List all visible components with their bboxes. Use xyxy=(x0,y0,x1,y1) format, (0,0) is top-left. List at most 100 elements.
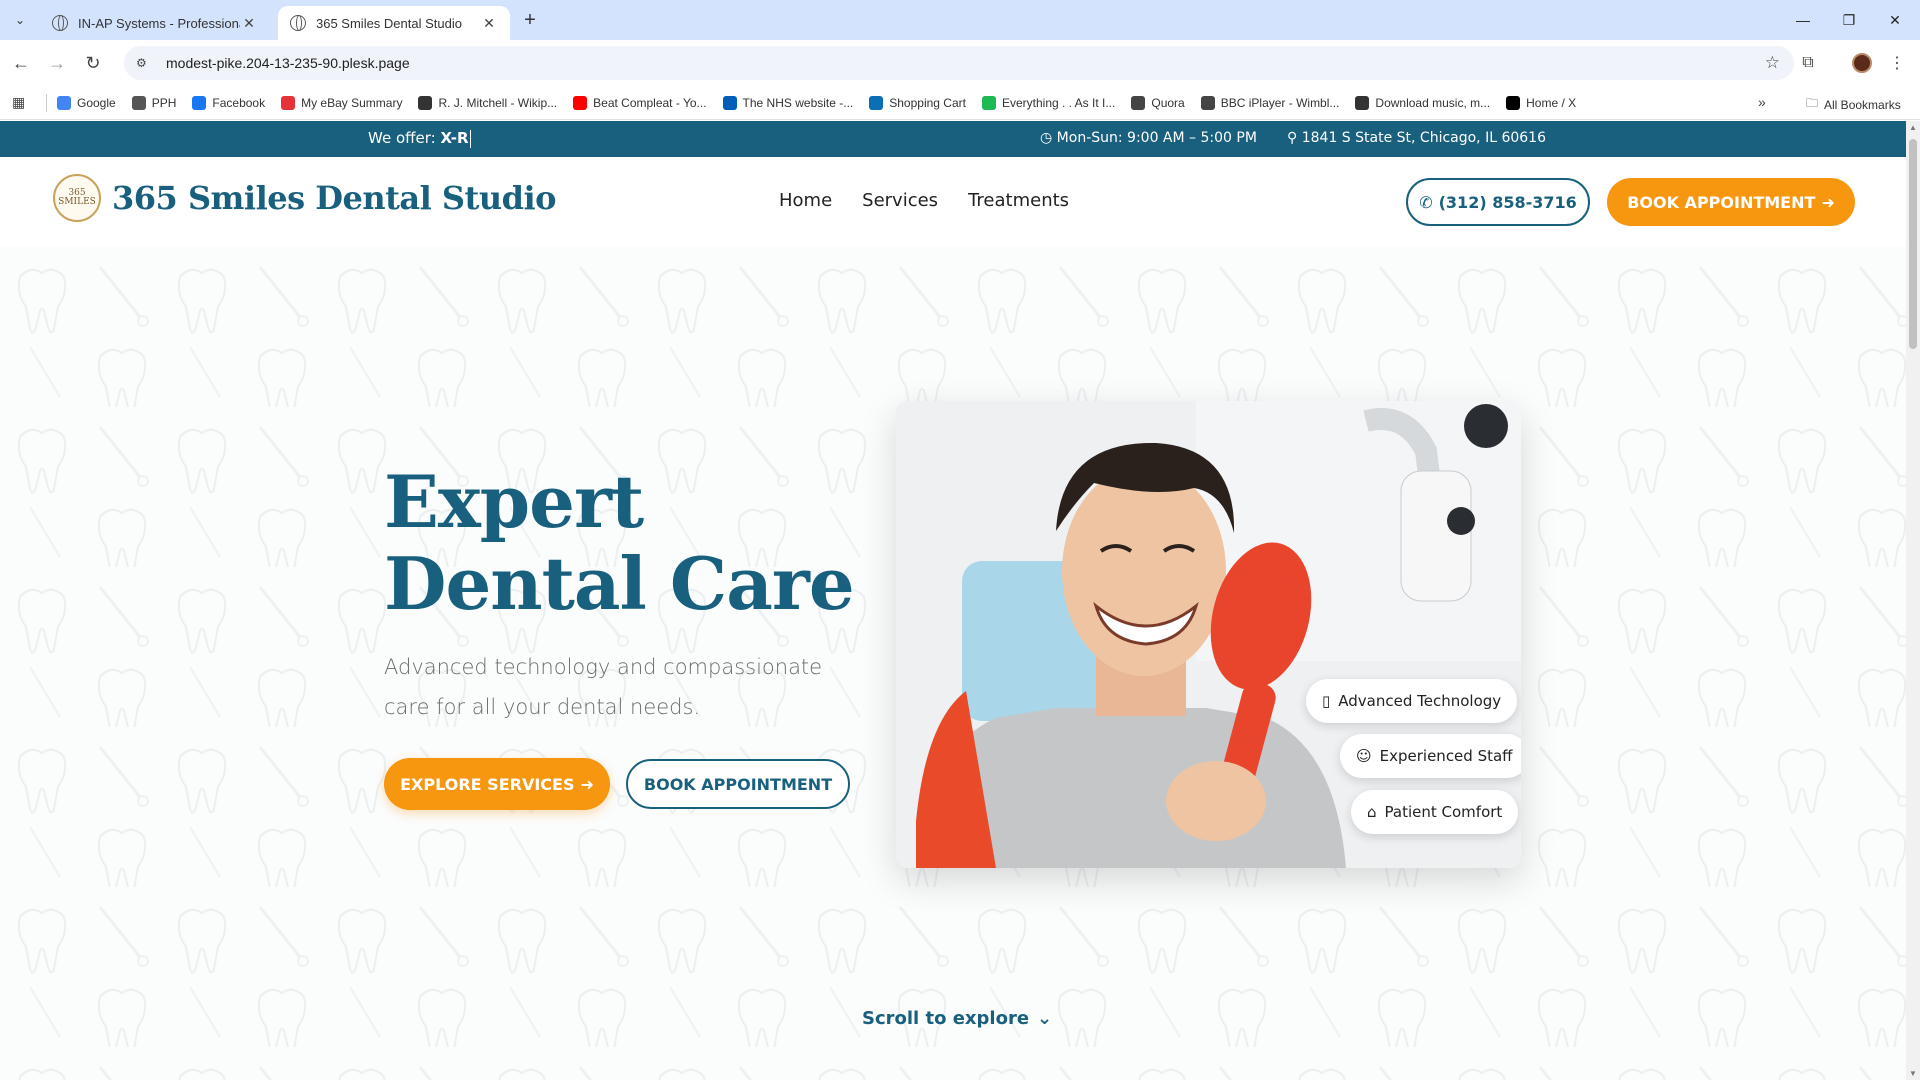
explore-services-button[interactable]: EXPLORE SERVICES ➜ xyxy=(384,758,610,810)
doctor-icon: ☺ xyxy=(1356,747,1372,765)
browser-toolbar: ← → ↻ ⚙ modest-pike.204-13-235-90.plesk.… xyxy=(0,40,1920,86)
cart-icon xyxy=(869,95,884,110)
feature-label: Advanced Technology xyxy=(1338,692,1502,710)
scroll-up-arrow-icon[interactable]: ▲ xyxy=(1909,123,1917,132)
phone-icon: ✆ xyxy=(1419,192,1433,212)
globe-icon xyxy=(290,15,306,31)
tab-close-icon[interactable]: ✕ xyxy=(480,15,498,32)
browser-menu-icon[interactable]: ⋮ xyxy=(1886,52,1908,74)
typing-caret xyxy=(469,129,471,148)
bookmark-label: R. J. Mitchell - Wikip... xyxy=(438,95,558,110)
book-appointment-hero-button[interactable]: BOOK APPOINTMENT xyxy=(626,759,850,809)
bookmark-item[interactable]: My eBay Summary xyxy=(281,95,403,110)
site-info-icon[interactable]: ⚙ xyxy=(136,56,154,70)
bookmarks-overflow-icon[interactable]: » xyxy=(1758,94,1766,110)
bookmark-label: The NHS website -... xyxy=(742,95,854,110)
hours-text: Mon-Sun: 9:00 AM – 5:00 PM xyxy=(1056,130,1257,146)
globe-icon xyxy=(1200,95,1215,110)
spotify-icon xyxy=(981,95,996,110)
bookmark-item[interactable]: BBC iPlayer - Wimbl... xyxy=(1200,95,1340,110)
extensions-puzzle-icon[interactable]: ⧉ xyxy=(1797,52,1819,74)
minimize-icon[interactable]: — xyxy=(1780,0,1826,40)
all-bookmarks-button[interactable]: 🗀 All Bookmarks xyxy=(1806,94,1901,115)
profile-avatar[interactable] xyxy=(1852,53,1872,73)
bookmark-item[interactable]: PPH xyxy=(131,95,177,110)
folder-icon xyxy=(131,95,146,110)
bookmark-item[interactable]: Download music, m... xyxy=(1355,95,1490,110)
address-url[interactable]: modest-pike.204-13-235-90.plesk.page xyxy=(166,55,410,71)
opening-hours: ◷ Mon-Sun: 9:00 AM – 5:00 PM xyxy=(1040,130,1257,146)
hero-subtitle: Advanced technology and compassionate ca… xyxy=(384,655,823,719)
bookmark-item[interactable]: Shopping Cart xyxy=(869,95,966,110)
bookmark-label: My eBay Summary xyxy=(301,95,403,110)
bookmark-item[interactable]: Google xyxy=(57,95,116,110)
chevron-down-icon: ⌄ xyxy=(1037,1008,1053,1029)
clock-icon: ◷ xyxy=(1040,130,1053,146)
folder-icon: 🗀 xyxy=(1806,96,1819,110)
phone-button[interactable]: ✆ (312) 858-3716 xyxy=(1406,178,1590,226)
feature-experienced-staff: ☺ Experienced Staff xyxy=(1340,734,1521,778)
info-topbar: We offer: X-R ◷ Mon-Sun: 9:00 AM – 5:00 … xyxy=(0,121,1906,157)
bookmark-label: BBC iPlayer - Wimbl... xyxy=(1220,95,1340,110)
scroll-to-explore-link[interactable]: Scroll to explore ⌄ xyxy=(862,1008,1052,1029)
site-logo-text[interactable]: 365 Smiles Dental Studio xyxy=(112,179,556,217)
offer-value: X-R xyxy=(440,129,469,147)
nav-home[interactable]: Home xyxy=(779,190,832,211)
tab-search-chevron-icon[interactable]: ⌄ xyxy=(8,8,32,32)
x-icon xyxy=(1506,95,1521,110)
main-navigation: Home Services Treatments xyxy=(779,190,1069,211)
bookmark-label: Shopping Cart xyxy=(889,95,966,110)
all-bookmarks-label: All Bookmarks xyxy=(1824,97,1901,112)
book-label: BOOK APPOINTMENT xyxy=(1627,192,1816,212)
google-icon xyxy=(57,95,71,110)
scrollbar-thumb[interactable] xyxy=(1909,139,1917,349)
bookmark-item[interactable]: Quora xyxy=(1131,95,1185,110)
page-scrollbar[interactable]: ▲ ▼ xyxy=(1906,121,1920,1080)
book-appointment-header-button[interactable]: BOOK APPOINTMENT ➜ xyxy=(1607,178,1855,226)
apps-grid-icon[interactable]: ▦ xyxy=(12,94,32,111)
bookmark-label: Facebook xyxy=(212,95,266,110)
restore-icon[interactable]: ❐ xyxy=(1826,0,1872,40)
offer-prefix: We offer: xyxy=(368,129,436,147)
bookmarks-separator xyxy=(46,93,47,112)
bookmark-item[interactable]: R. J. Mitchell - Wikip... xyxy=(418,95,558,110)
tab-close-icon[interactable]: ✕ xyxy=(240,15,258,32)
tooth-device-icon: ▯ xyxy=(1322,692,1331,710)
browser-tab-inap[interactable]: IN-AP Systems - Professional W ✕ xyxy=(40,6,270,40)
book-hero-label: BOOK APPOINTMENT xyxy=(643,774,833,794)
bookmarks-bar: ▦ Google PPH Facebook My eBay Summary R. J. … xyxy=(0,86,1920,120)
scroll-down-arrow-icon[interactable]: ▼ xyxy=(1909,1069,1917,1078)
download-icon xyxy=(1355,95,1370,110)
window-close-icon[interactable]: ✕ xyxy=(1872,0,1918,40)
reload-icon[interactable]: ↻ xyxy=(80,50,106,76)
bookmark-item[interactable]: The NHS website -... xyxy=(722,95,854,110)
nhs-icon xyxy=(722,95,737,110)
feature-patient-comfort: ⌂ Patient Comfort xyxy=(1351,790,1519,834)
new-tab-plus-icon[interactable]: + xyxy=(518,8,542,32)
address-text: 1841 S State St, Chicago, IL 60616 xyxy=(1301,130,1547,146)
logo-badge-word: SMILES xyxy=(58,197,96,207)
bookmark-item[interactable]: Home / X xyxy=(1506,95,1577,110)
bookmark-star-icon[interactable]: ☆ xyxy=(1765,53,1780,73)
arrow-right-icon: ➜ xyxy=(1821,192,1835,212)
bookmark-label: Beat Compleat - Yo... xyxy=(593,95,707,110)
address-bar[interactable]: ⚙ modest-pike.204-13-235-90.plesk.page ☆ xyxy=(124,46,1794,80)
back-arrow-icon[interactable]: ← xyxy=(8,50,34,76)
bookmark-item[interactable]: Facebook xyxy=(192,95,266,110)
logo-badge[interactable]: 365 SMILES xyxy=(53,174,101,222)
browser-tab-365-smiles[interactable]: 365 Smiles Dental Studio ✕ xyxy=(278,6,510,40)
bookmark-label: Google xyxy=(77,95,116,110)
bookmark-label: Home / X xyxy=(1526,95,1577,110)
quora-icon xyxy=(1131,95,1146,110)
bookmark-item[interactable]: Beat Compleat - Yo... xyxy=(573,95,707,110)
facebook-icon xyxy=(192,95,207,110)
nav-services[interactable]: Services xyxy=(862,190,938,211)
hero-photo-smiling-patient: ▯ Advanced Technology ☺ Experienced Staf… xyxy=(896,401,1521,868)
location-pin-icon: ⚲ xyxy=(1287,130,1298,146)
hero-title: Expert Dental Care xyxy=(384,459,855,626)
forward-arrow-icon[interactable]: → xyxy=(44,50,70,76)
offer-ticker: We offer: X-R xyxy=(368,129,471,148)
bookmark-label: PPH xyxy=(151,95,177,110)
nav-treatments[interactable]: Treatments xyxy=(968,190,1069,211)
bookmark-item[interactable]: Everything . . As It I... xyxy=(981,95,1115,110)
